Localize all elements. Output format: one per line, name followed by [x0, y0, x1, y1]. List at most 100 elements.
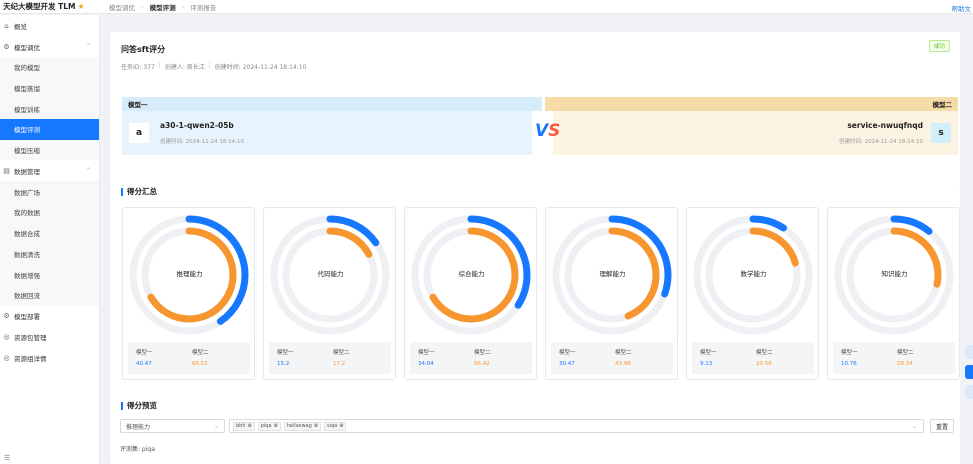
model2-label: 模型二 [756, 350, 773, 356]
score-card: 代码能力 模型一 模型二 15.2 17.2 [263, 207, 396, 380]
avatar: a [129, 123, 149, 143]
task-creator: 创建人: 周长江 [164, 64, 205, 71]
chevron-up-icon: ⌃ [85, 167, 91, 175]
model1-label: 模型一 [136, 350, 153, 356]
ability-label: 综合能力 [458, 270, 485, 278]
sidebar-item-my-data[interactable]: 我的数据 [0, 202, 99, 223]
sidebar-item-overview[interactable]: ⌂ 概览 [0, 15, 99, 36]
close-icon[interactable]: ⊗ [314, 423, 318, 429]
model1-label: 模型一 [700, 350, 717, 356]
sidebar-item-label: 模型部署 [14, 313, 40, 322]
tag-piqa[interactable]: piqa ⊗ [257, 421, 281, 431]
close-icon[interactable]: ⊗ [248, 423, 252, 429]
sidebar-item-data-augment[interactable]: 数据增强 [0, 264, 99, 285]
sidebar-item-label: 概览 [14, 22, 27, 31]
dataset-multiselect[interactable]: bbh ⊗ piqa ⊗ hellaswag ⊗ siqa ⊗ ⌄ [229, 419, 924, 433]
sidebar-item-data-synth[interactable]: 数据合成 [0, 222, 99, 244]
sidebar-item-training[interactable]: 模型训练 [0, 98, 99, 120]
settings-icon[interactable] [965, 385, 973, 399]
model1-score: 10.76 [841, 361, 857, 367]
close-icon[interactable]: ⊗ [274, 423, 278, 429]
home-icon: ⌂ [4, 21, 9, 30]
model2-label: 模型二 [333, 350, 350, 356]
breadcrumb: 模型调优 › 模型评测 › 评测报告 [100, 2, 216, 12]
sidebar-item-distill[interactable]: 模型蒸馏 [0, 77, 99, 99]
score-summary: 得分汇总 推理能力 模型一 模型二 40.47 66.51 代码能力 模型一 模型二 15.2 1… [110, 185, 960, 400]
reset-button[interactable]: 重置 [930, 419, 954, 433]
gear-icon: ⚙ [3, 42, 10, 51]
tag-label: siqa [326, 423, 338, 429]
sidebar-item-evaluation[interactable]: 模型评测 [0, 119, 99, 140]
select-value: 推理能力 [126, 423, 151, 431]
model2-name: service-nwuqfnqd [847, 121, 923, 130]
chevron-down-icon: ⌄ [213, 422, 219, 430]
avatar: s [931, 123, 951, 143]
model2-label: 模型二 [192, 350, 209, 356]
model-compare: 模型一 模型二 a a30-1-qwen2-05b 创建时间: 2024-11-… [110, 87, 960, 185]
sidebar-item-deploy[interactable]: ⚙ 模型部署 [0, 306, 99, 327]
vs-logo: VS [535, 121, 560, 141]
section-title: 得分预览 [121, 402, 157, 410]
ability-label: 知识能力 [881, 270, 908, 278]
sidebar-item-label: 模型调优 [14, 43, 40, 52]
tag-label: piqa [260, 423, 272, 429]
model2-score: 28.34 [897, 361, 913, 367]
float-button[interactable] [965, 345, 973, 359]
tag-label: bbh [236, 423, 246, 429]
sidebar-item-label: 数据管理 [14, 167, 40, 176]
status-badge: 成功 [928, 40, 950, 52]
model1-label: 模型一 [277, 350, 294, 356]
breadcrumb-item[interactable]: 模型调优 [109, 2, 135, 12]
tag-bbh[interactable]: bbh ⊗ [233, 421, 255, 431]
score-legend: 模型一 模型二 30.47 43.98 [551, 342, 673, 374]
model2-score: 66.42 [474, 361, 490, 367]
sidebar-item-resource-detail[interactable]: ◎ 资源组详情 [0, 348, 99, 369]
sidebar-item-compress[interactable]: 模型压缩 [0, 139, 99, 161]
score-legend: 模型一 模型二 10.76 28.34 [833, 342, 955, 374]
chat-icon[interactable] [965, 365, 973, 379]
model1-score: 15.2 [277, 361, 290, 367]
ability-select[interactable]: 推理能力 ⌄ [120, 419, 225, 433]
score-legend: 模型一 模型二 34.04 66.42 [410, 342, 532, 374]
deploy-icon: ⚙ [3, 312, 10, 321]
meta-divider: | [208, 62, 211, 69]
ability-label: 理解能力 [599, 270, 626, 278]
score-card: 知识能力 模型一 模型二 10.76 28.34 [827, 207, 960, 380]
main-content: 问答sft评分 任务ID: 377 | 创建人: 周长江 | 创建时间: 202… [100, 15, 973, 464]
task-header: 问答sft评分 任务ID: 377 | 创建人: 周长江 | 创建时间: 202… [110, 32, 960, 89]
sidebar-item-data-square[interactable]: 数据广场 [0, 181, 99, 203]
chevron-down-icon: ⌄ [911, 422, 917, 430]
sidebar-item-data-reflow[interactable]: 数据回流 [0, 284, 99, 306]
sidebar-item-data-clean[interactable]: 数据清洗 [0, 243, 99, 265]
model1-score: 30.47 [559, 361, 575, 367]
chevron-right-icon: › [141, 2, 144, 11]
model1-score: 9.13 [700, 361, 713, 367]
sidebar-item-my-models[interactable]: 我的模型 [0, 57, 99, 78]
breadcrumb-item: 评测报告 [190, 3, 217, 12]
collapse-menu-icon[interactable]: ☰ [4, 454, 10, 462]
model2-score: 20.56 [756, 361, 772, 367]
package-icon: ◎ [3, 333, 10, 342]
sidebar-item-resource[interactable]: ◎ 资源包管理 [0, 327, 99, 348]
sidebar-group-data[interactable]: ▤ 数据管理 ⌃ [0, 160, 99, 181]
sidebar-item-label: 资源包管理 [14, 334, 47, 343]
model1-label: 模型一 [559, 350, 576, 356]
tag-hellaswag[interactable]: hellaswag ⊗ [283, 421, 321, 431]
model1-label: 模型一 [418, 350, 435, 356]
sidebar-group-tuning[interactable]: ⚙ 模型调优 ⌃ [0, 36, 99, 57]
cube-icon: ◎ [3, 354, 10, 363]
model1-label: 模型一 [841, 350, 858, 356]
help-link[interactable]: 帮助文 [952, 3, 972, 13]
task-id: 任务ID: 377 [121, 64, 155, 71]
model2-info: s service-nwuqfnqd 创建时间: 2024-11-24 18:1… [553, 111, 958, 155]
model1-name: a30-1-qwen2-05b [160, 121, 234, 130]
meta-divider: | [158, 62, 161, 69]
close-icon[interactable]: ⊗ [339, 423, 343, 429]
chevron-up-icon: ⌃ [85, 43, 91, 50]
model1-score: 40.47 [136, 361, 152, 367]
app-brand[interactable]: 天纪大模型开发 TLM ★ [0, 1, 100, 12]
vs-v: V [535, 121, 549, 141]
breadcrumb-item[interactable]: 模型评测 [150, 2, 176, 12]
tag-siqa[interactable]: siqa ⊗ [323, 421, 347, 431]
ability-label: 推理能力 [176, 270, 203, 278]
